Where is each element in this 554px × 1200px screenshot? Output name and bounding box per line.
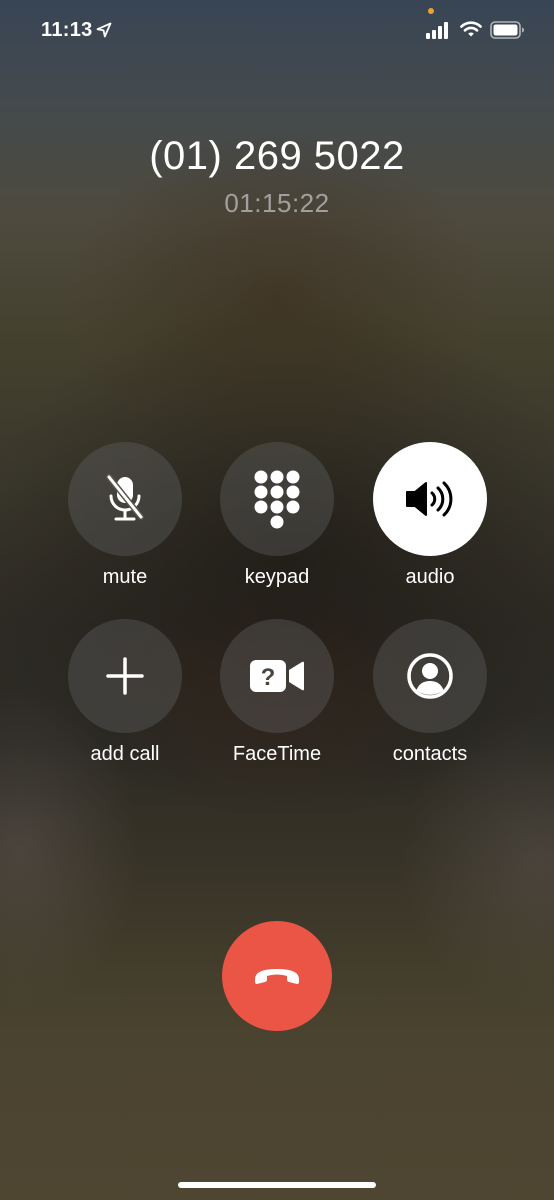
audio-button[interactable] [373,442,487,556]
audio-label: audio [405,566,455,588]
add-call-button[interactable] [68,619,182,733]
facetime-control: ? FaceTime [197,619,357,789]
keypad-button[interactable] [220,442,334,556]
call-duration: 01:15:22 [224,188,330,218]
microphone-slash-icon [106,474,144,521]
cellular-signal-icon [426,22,448,39]
facetime-video-icon: ? [250,660,304,692]
contacts-label: contacts [392,743,468,765]
wifi-icon [460,21,482,37]
privacy-indicator-dot [428,8,434,14]
keypad-control: keypad [197,442,357,612]
keypad-label: keypad [244,566,310,588]
contacts-button[interactable] [373,619,487,733]
keypad-icon [254,470,300,529]
plus-icon [106,657,144,695]
status-time: 11:13 [41,19,93,41]
home-indicator[interactable] [178,1182,376,1188]
audio-control: audio [350,442,510,612]
svg-text:?: ? [261,664,276,691]
mute-button[interactable] [68,442,182,556]
location-arrow-icon [96,22,112,38]
mute-control: mute [45,442,205,612]
add-call-control: add call [45,619,205,789]
add-call-label: add call [90,743,160,765]
call-screen: 11:13 (01) 269 5022 01:15:22 mute keypad… [0,0,554,1200]
mute-label: mute [102,566,148,588]
facetime-label: FaceTime [232,743,322,765]
phone-down-icon [255,969,299,984]
battery-icon [490,21,524,39]
person-circle-icon [407,653,453,699]
end-call-button[interactable] [222,921,332,1031]
caller-number: (01) 269 5022 [149,134,405,178]
contacts-control: contacts [350,619,510,789]
status-bar: 11:13 [0,0,554,62]
speaker-icon [406,481,453,517]
facetime-button[interactable]: ? [220,619,334,733]
